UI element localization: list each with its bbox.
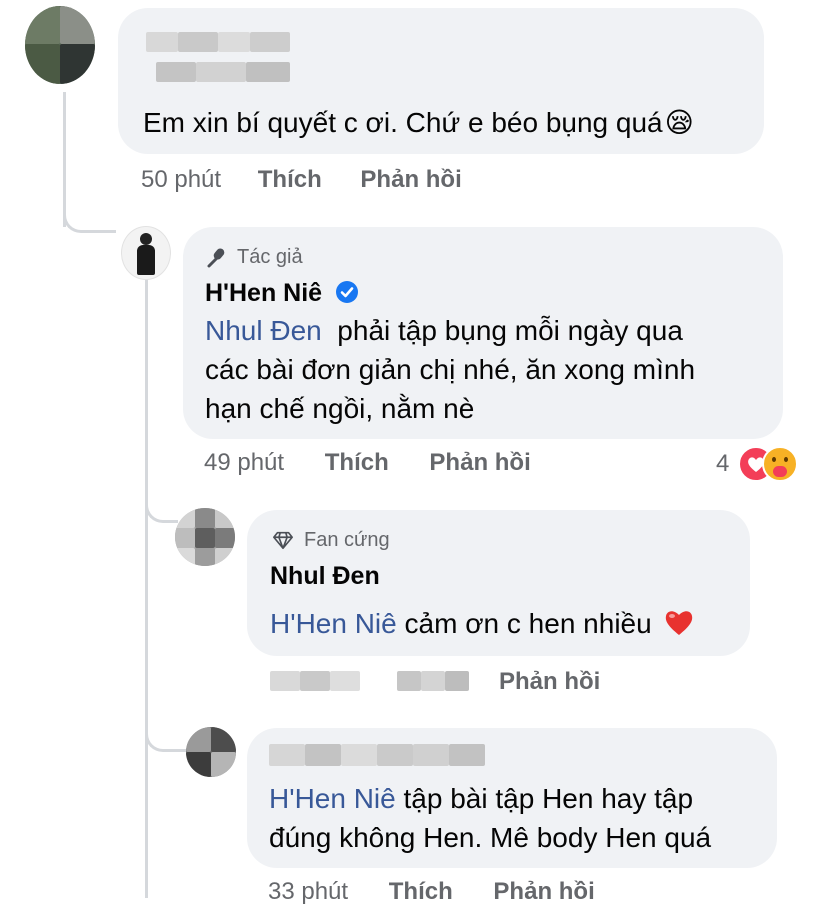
- thread-line-main: [63, 92, 66, 227]
- comment-meta: 49 phút Thích Phản hồi: [204, 449, 531, 477]
- comment-meta: 50 phút Thích Phản hồi: [141, 166, 462, 194]
- like-button[interactable]: Thích: [258, 166, 322, 193]
- avatar[interactable]: [175, 508, 235, 566]
- reply-button[interactable]: Phản hồi: [499, 668, 600, 695]
- like-button[interactable]: Thích: [389, 878, 453, 905]
- red-heart-icon: [666, 611, 693, 635]
- blurred-author-name: [269, 744, 489, 766]
- microphone-icon: [207, 248, 225, 268]
- mention-link[interactable]: H'Hen Niê: [270, 608, 397, 639]
- like-button[interactable]: Thích: [325, 449, 389, 476]
- badge-label: Tác giả: [237, 246, 303, 268]
- mention-link[interactable]: H'Hen Niê: [269, 783, 396, 814]
- comment-text: Em xin bí quyết c ơi. Chứ e béo bụng quá…: [143, 107, 694, 138]
- comment-bubble: Em xin bí quyết c ơi. Chứ e béo bụng quá…: [118, 8, 764, 154]
- comment-text: Nhul Đen phải tập bụng mỗi ngày qua các …: [205, 315, 696, 424]
- comment-bubble: Fan cứng Nhul Đen H'Hen Niê cảm ơn c hen…: [247, 510, 750, 656]
- sleepy-face-icon: 😪: [664, 107, 694, 138]
- blurred-timestamp: [270, 671, 360, 691]
- comment-meta: 33 phút Thích Phản hồi: [268, 878, 595, 906]
- reaction-summary[interactable]: 4: [716, 444, 816, 484]
- badge-label: Fan cứng: [304, 529, 390, 551]
- thread-line-author-curve-2: [145, 727, 188, 752]
- diamond-icon: [273, 531, 293, 550]
- comment-text: H'Hen Niê cảm ơn c hen nhiều: [270, 604, 695, 643]
- mention-link[interactable]: Nhul Đen: [205, 315, 322, 346]
- reply-button[interactable]: Phản hồi: [493, 878, 594, 905]
- blurred-like-button: [397, 671, 469, 691]
- comment-meta: Phản hồi: [499, 668, 600, 696]
- comment-bubble: H'Hen Niê tập bài tập Hen hay tập đúng k…: [247, 728, 777, 868]
- reaction-count: 4: [716, 450, 730, 477]
- author-name[interactable]: Nhul Đen: [270, 562, 380, 591]
- verified-badge-icon: [336, 281, 359, 303]
- avatar[interactable]: [25, 6, 95, 84]
- timestamp[interactable]: 49 phút: [204, 449, 284, 476]
- care-reaction-icon: [762, 446, 798, 482]
- comment-text: H'Hen Niê tập bài tập Hen hay tập đúng k…: [269, 783, 712, 853]
- author-name[interactable]: H'Hen Niê: [205, 279, 359, 308]
- avatar[interactable]: [121, 226, 171, 280]
- timestamp[interactable]: 33 phút: [268, 878, 348, 905]
- reply-button[interactable]: Phản hồi: [360, 166, 461, 193]
- thread-line-author: [145, 278, 148, 898]
- thread-line-main-curve: [63, 210, 116, 233]
- reply-button[interactable]: Phản hồi: [429, 449, 530, 476]
- blurred-author-name: [146, 26, 294, 86]
- avatar[interactable]: [186, 727, 236, 777]
- thread-line-author-curve-1: [145, 500, 178, 523]
- comment-bubble: Tác giả H'Hen Niê Nhul Đen phải tập bụng…: [183, 227, 783, 439]
- timestamp[interactable]: 50 phút: [141, 166, 221, 193]
